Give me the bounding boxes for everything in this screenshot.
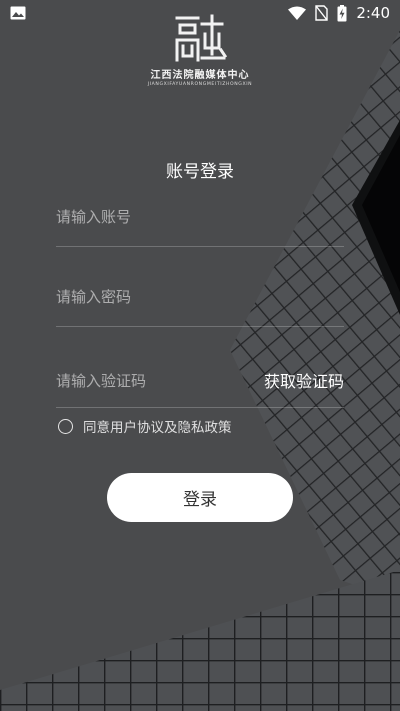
account-field	[56, 203, 344, 247]
agreement-row[interactable]: 同意用户协议及隐私政策	[58, 416, 232, 436]
verification-code-field: 获取验证码	[56, 367, 344, 408]
password-field	[56, 283, 344, 327]
logo-mark-icon	[175, 14, 228, 62]
account-input[interactable]	[56, 203, 344, 231]
logo-subtitle: JIANGXIFAYUANRONGMEITIZHONGXIN	[147, 82, 253, 87]
login-title: 账号登录	[166, 162, 234, 182]
password-input[interactable]	[56, 283, 344, 311]
login-button[interactable]: 登录	[107, 473, 293, 522]
logo-title: 江西法院融媒体中心	[150, 70, 250, 81]
background-architecture	[0, 0, 400, 711]
get-code-button[interactable]: 获取验证码	[264, 368, 344, 392]
agreement-radio[interactable]	[58, 418, 73, 434]
agreement-text: 同意用户协议及隐私政策	[83, 420, 232, 436]
verification-code-input[interactable]	[56, 367, 246, 395]
app-logo: 江西法院融媒体中心 JIANGXIFAYUANRONGMEITIZHONGXIN	[0, 12, 400, 87]
